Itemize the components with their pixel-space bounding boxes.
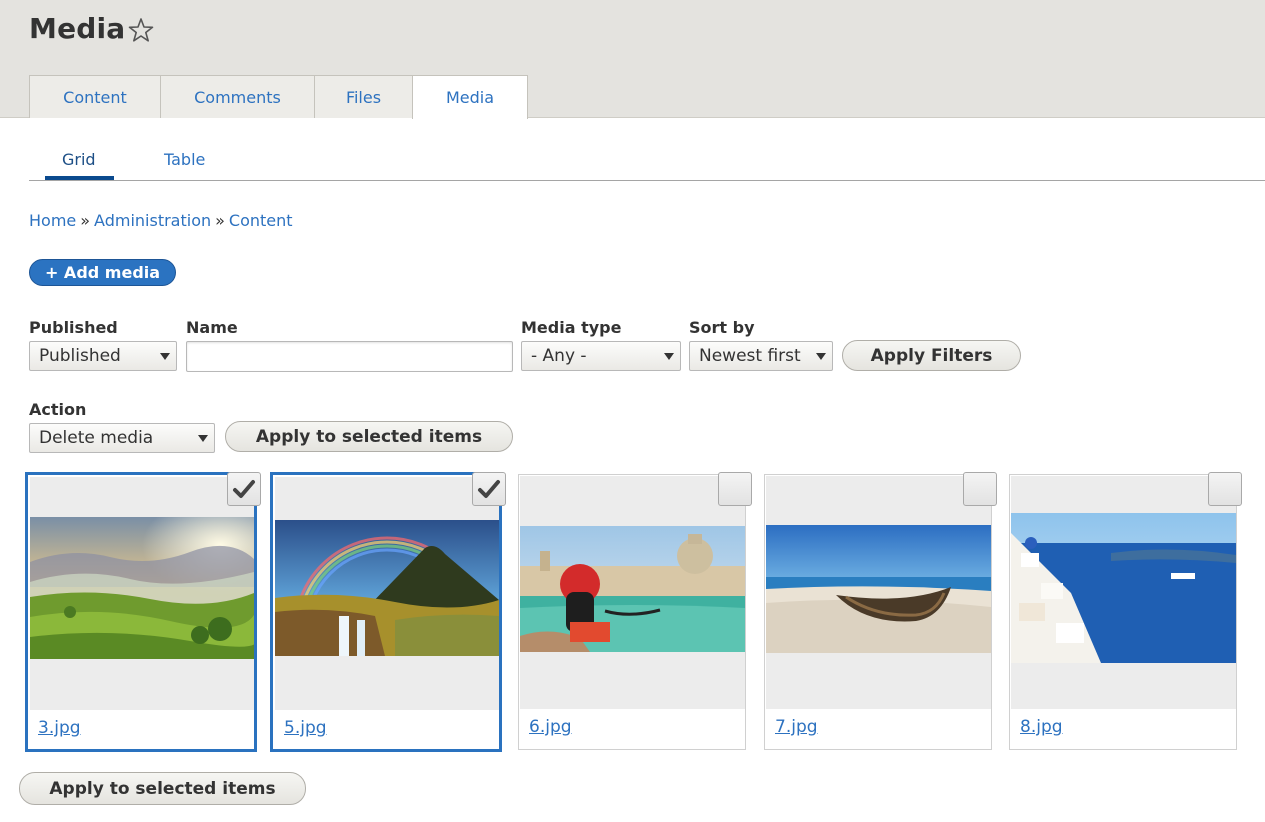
breadcrumb-home[interactable]: Home xyxy=(29,211,76,230)
tab-media-label: Media xyxy=(445,88,495,107)
media-select-checkbox-4[interactable] xyxy=(963,472,997,506)
media-card-1[interactable]: 3.jpg xyxy=(25,472,257,752)
media-select-checkbox-3[interactable] xyxy=(718,472,752,506)
thumbnail-venice-canal[interactable] xyxy=(520,526,745,652)
media-select-checkbox-2[interactable] xyxy=(472,472,506,506)
sort-by-select[interactable]: Newest first xyxy=(689,341,833,371)
media-select-checkbox-5[interactable] xyxy=(1208,472,1242,506)
media-filename-link[interactable]: 7.jpg xyxy=(775,717,818,737)
tab-comments[interactable]: Comments xyxy=(160,75,315,118)
media-filename-link[interactable]: 3.jpg xyxy=(38,718,81,738)
published-select-value: Published xyxy=(39,346,121,366)
sort-by-select-value: Newest first xyxy=(699,346,801,366)
published-label: Published xyxy=(29,318,118,337)
action-select[interactable]: Delete media xyxy=(29,423,215,453)
tab-files-label: Files xyxy=(345,87,382,107)
thumbnail-beach-boat[interactable] xyxy=(766,525,991,653)
name-input[interactable] xyxy=(186,341,513,372)
checkmark-icon xyxy=(478,480,500,498)
breadcrumb-separator: » xyxy=(215,211,225,230)
tab-grid[interactable]: Grid xyxy=(62,150,96,169)
media-filename-link[interactable]: 8.jpg xyxy=(1020,717,1063,737)
breadcrumb-administration[interactable]: Administration xyxy=(94,211,211,230)
breadcrumb: Home» Administration» Content xyxy=(29,211,293,230)
media-card-3[interactable]: 6.jpg xyxy=(518,474,746,750)
media-type-select-value: - Any - xyxy=(531,346,587,366)
tab-comments-label: Comments xyxy=(194,87,281,107)
published-select[interactable]: Published xyxy=(29,341,177,371)
page-title: Media xyxy=(29,12,126,45)
sort-by-label: Sort by xyxy=(689,318,755,337)
page-header: Media Content Comments Files Media xyxy=(0,0,1265,119)
primary-tabs: Content Comments Files Media xyxy=(29,75,528,119)
media-card-5[interactable]: 8.jpg xyxy=(1009,474,1237,750)
action-select-value: Delete media xyxy=(39,428,154,448)
thumbnail-landscape-hills[interactable] xyxy=(30,517,254,659)
caret-down-icon xyxy=(816,353,826,360)
secondary-tabs: Grid Table xyxy=(29,138,1265,181)
checkmark-icon xyxy=(233,480,255,498)
media-card-4[interactable]: 7.jpg xyxy=(764,474,992,750)
caret-down-icon xyxy=(198,435,208,442)
thumbnail-santorini[interactable] xyxy=(1011,513,1236,663)
media-select-checkbox-1[interactable] xyxy=(227,472,261,506)
tab-table[interactable]: Table xyxy=(164,150,205,169)
breadcrumb-content[interactable]: Content xyxy=(229,211,293,230)
caret-down-icon xyxy=(160,353,170,360)
breadcrumb-separator: » xyxy=(80,211,91,230)
media-filename-link[interactable]: 6.jpg xyxy=(529,717,572,737)
media-card-2[interactable]: 5.jpg xyxy=(270,472,502,752)
media-type-select[interactable]: - Any - xyxy=(521,341,681,371)
tab-content[interactable]: Content xyxy=(29,75,161,118)
media-type-label: Media type xyxy=(521,318,622,337)
tab-files[interactable]: Files xyxy=(314,75,413,118)
caret-down-icon xyxy=(664,353,674,360)
apply-selected-bottom-button[interactable]: Apply to selected items xyxy=(19,772,306,805)
name-label: Name xyxy=(186,318,238,337)
apply-selected-button[interactable]: Apply to selected items xyxy=(225,421,513,452)
media-filename-link[interactable]: 5.jpg xyxy=(284,718,327,738)
active-tab-indicator xyxy=(45,176,114,180)
action-label: Action xyxy=(29,400,87,419)
add-media-button[interactable]: + Add media xyxy=(29,259,176,286)
apply-filters-button[interactable]: Apply Filters xyxy=(842,340,1021,371)
thumbnail-rainbow-waterfall[interactable] xyxy=(275,520,499,656)
tab-content-label: Content xyxy=(63,87,127,107)
tab-media[interactable]: Media xyxy=(412,75,528,119)
star-outline-icon[interactable] xyxy=(128,17,154,43)
